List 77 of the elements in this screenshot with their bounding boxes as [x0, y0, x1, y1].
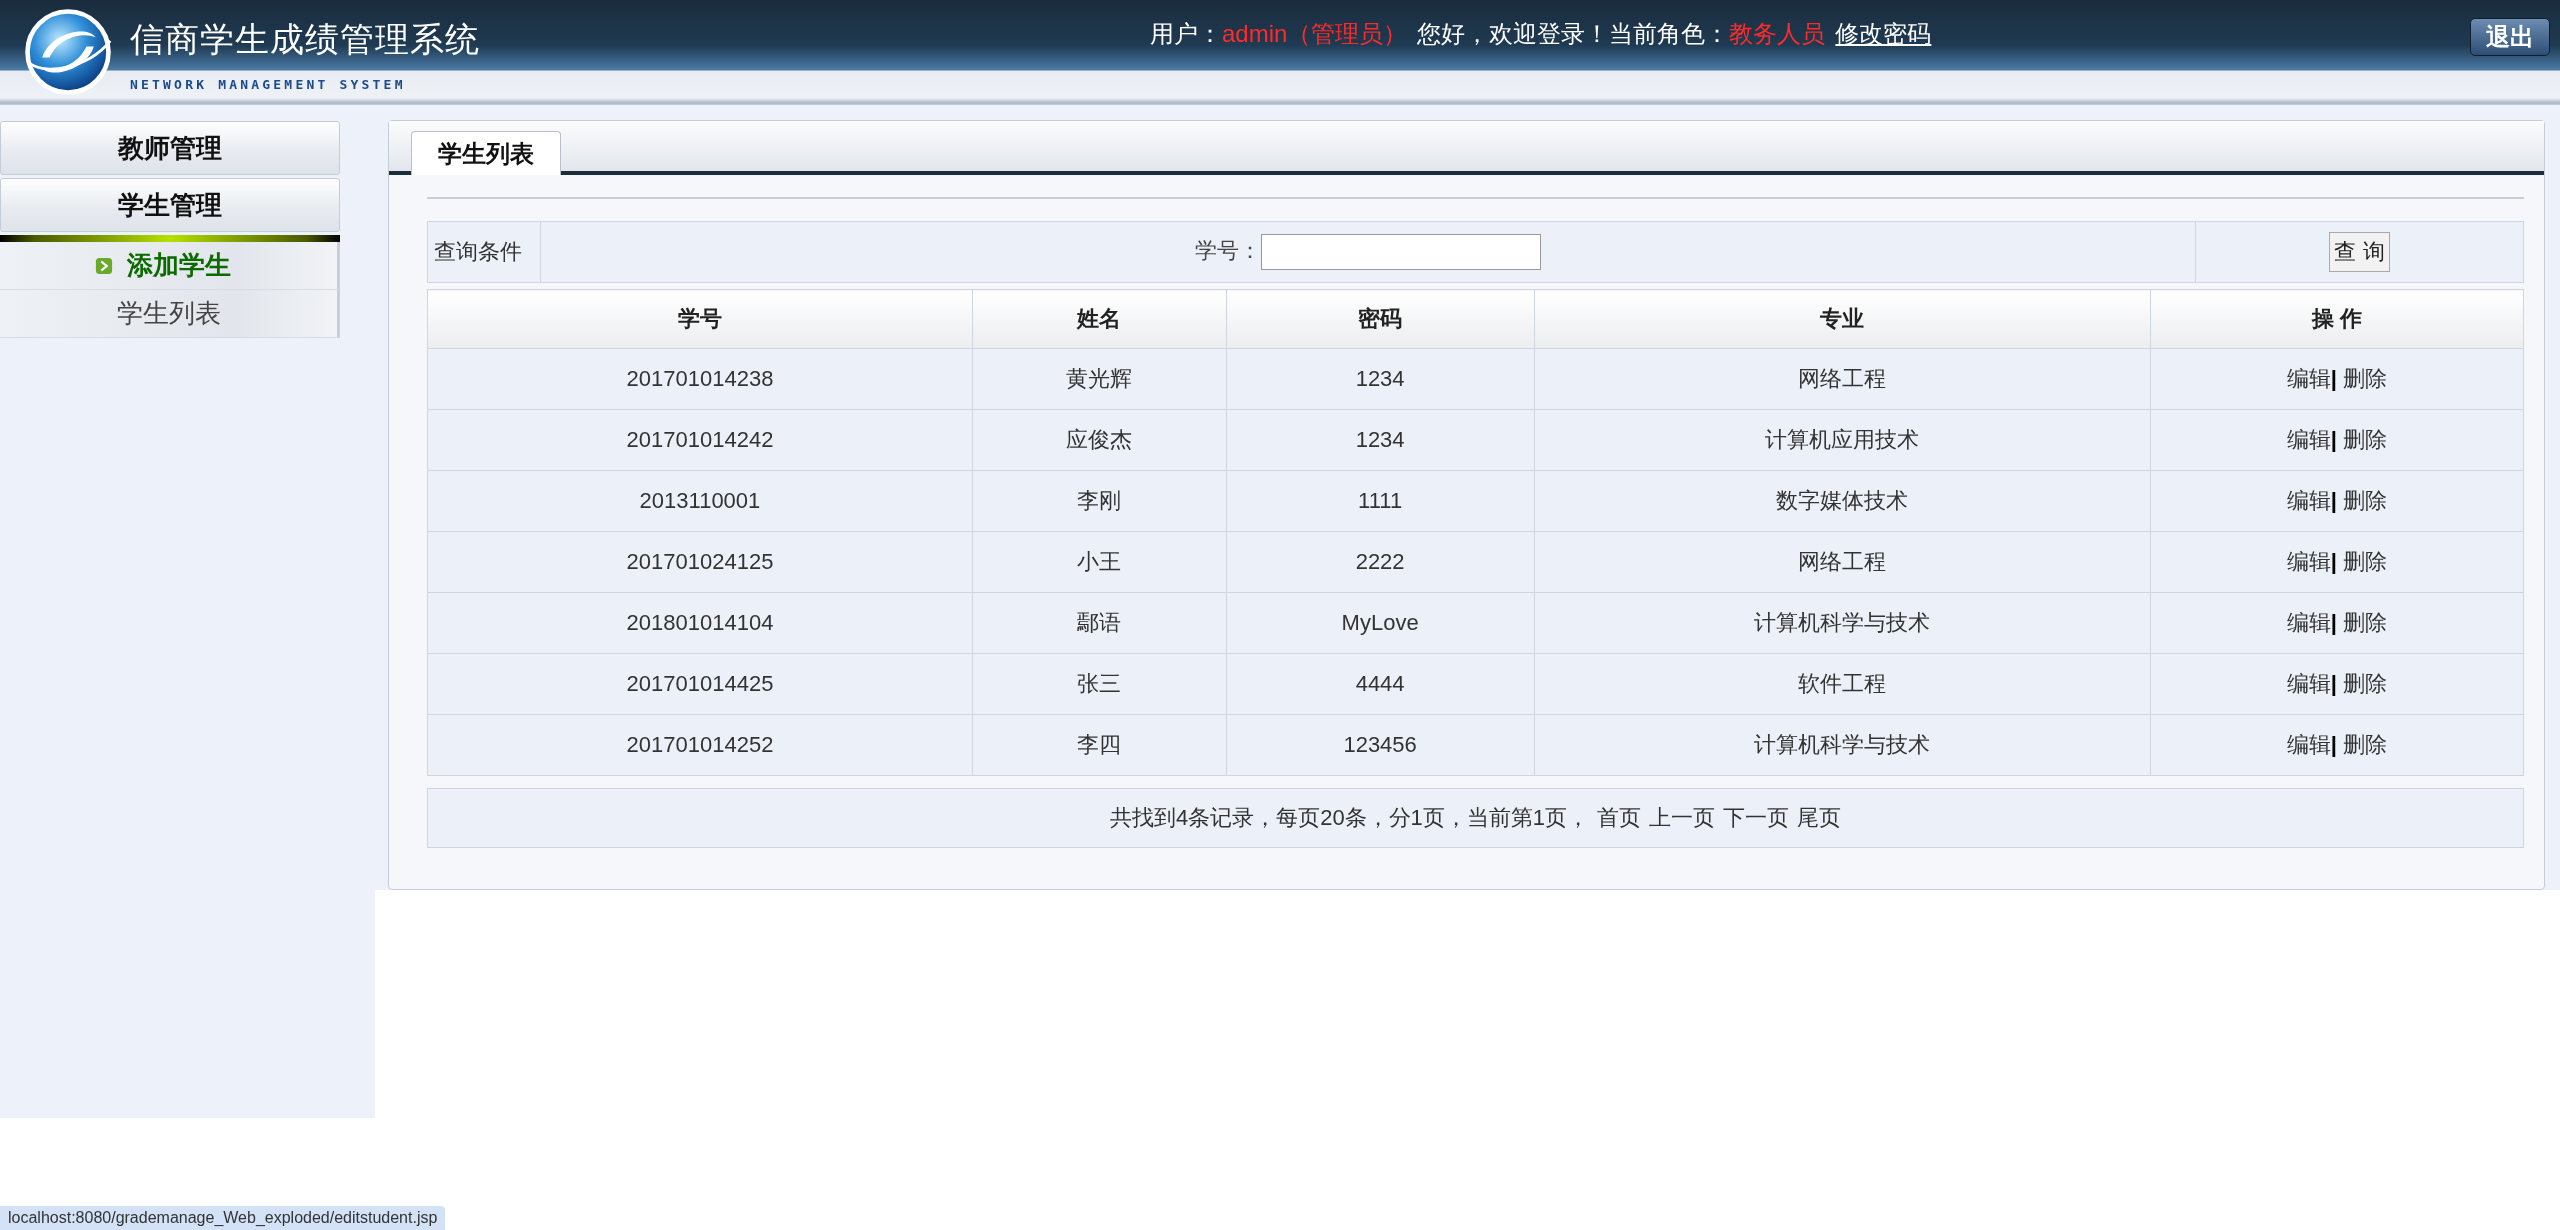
separator-text: | — [2330, 427, 2337, 452]
column-header: 学号 — [427, 289, 973, 349]
action-link[interactable]: 编辑 — [2286, 610, 2331, 635]
user-name: admin（管理员） — [1222, 19, 1408, 49]
table-cell: 1234 — [1226, 409, 1535, 471]
table-cell: 计算机科学与技术 — [1534, 592, 2151, 654]
table-cell: 201701024125 — [427, 531, 973, 593]
action-link[interactable]: 删除 — [2343, 427, 2387, 452]
table-cell: 1234 — [1226, 348, 1535, 410]
pager-link[interactable]: 首页 — [1597, 803, 1642, 833]
column-header: 操 作 — [2150, 289, 2524, 349]
action-link[interactable]: 编辑 — [2286, 732, 2331, 757]
action-link[interactable]: 编辑 — [2286, 671, 2331, 696]
table-cell: 201701014238 — [427, 348, 973, 410]
table-cell: 123456 — [1226, 714, 1535, 776]
action-link[interactable]: 删除 — [2343, 671, 2387, 696]
greeting-text: 您好，欢迎登录！当前角色： — [1417, 19, 1730, 49]
table-cell: 小王 — [972, 531, 1227, 593]
table-cell: 2013110001 — [427, 470, 973, 532]
table-cell: 鄢语 — [972, 592, 1227, 654]
student-id-input[interactable] — [1261, 234, 1541, 270]
table-cell: 应俊杰 — [972, 409, 1227, 471]
action-link[interactable]: 删除 — [2343, 610, 2387, 635]
action-link[interactable]: 编辑 — [2286, 488, 2331, 513]
table-cell: MyLove — [1226, 592, 1535, 654]
tab[interactable]: 学生列表 — [411, 131, 561, 175]
table-cell: 张三 — [972, 653, 1227, 715]
separator-text: | — [2330, 732, 2337, 757]
system-title: 信商学生成绩管理系统 — [130, 18, 480, 60]
table-cell: 数字媒体技术 — [1534, 470, 2151, 532]
table-cell: 201701014242 — [427, 409, 973, 471]
table-cell: 201701014425 — [427, 653, 973, 715]
action-link[interactable]: 编辑 — [2286, 366, 2331, 391]
action-link[interactable]: 删除 — [2343, 549, 2387, 574]
table-cell: 网络工程 — [1534, 348, 2151, 410]
separator-text: | — [2330, 610, 2337, 635]
action-link[interactable]: 编辑 — [2286, 427, 2331, 452]
separator-text: | — [2330, 488, 2337, 513]
table-cell: 4444 — [1226, 653, 1535, 715]
table-cell: 计算机应用技术 — [1534, 409, 2151, 471]
column-header: 密码 — [1226, 289, 1535, 349]
action-link[interactable]: 删除 — [2343, 488, 2387, 513]
table-cell: 李四 — [972, 714, 1227, 776]
logout-button[interactable]: 退出 — [2470, 18, 2550, 56]
table-cell: 201701014252 — [427, 714, 973, 776]
role-text: 教务人员 — [1729, 19, 1826, 49]
field-label: 学号： — [1195, 237, 1261, 263]
menu-group-header[interactable]: 教师管理 — [0, 121, 340, 175]
pager-link[interactable]: 下一页 — [1723, 803, 1790, 833]
system-subtitle: NETWORK MANAGEMENT SYSTEM — [130, 76, 407, 92]
menu-group-header[interactable]: 学生管理 — [0, 178, 340, 232]
status-url: localhost:8080/grademanage_Web_exploded/editstudent.jsp — [0, 1206, 446, 1230]
table-cell: 网络工程 — [1534, 531, 2151, 593]
table-cell: 2222 — [1226, 531, 1535, 593]
menu-item[interactable]: 添加学生 — [0, 242, 340, 290]
separator-text: | — [2330, 671, 2337, 696]
table-cell: 计算机科学与技术 — [1534, 714, 2151, 776]
menu-item[interactable]: 学生列表 — [0, 290, 340, 338]
change-password-link[interactable]: 修改密码 — [1835, 18, 1932, 50]
pager-link[interactable]: 上一页 — [1649, 803, 1716, 833]
action-link[interactable]: 编辑 — [2286, 549, 2331, 574]
pager-summary: 共找到4条记录，每页20条，分1页，当前第1页， — [1109, 804, 1590, 832]
column-header: 姓名 — [972, 289, 1227, 349]
action-link[interactable]: 删除 — [2343, 366, 2387, 391]
user-label: 用户： — [1150, 19, 1222, 49]
table-cell: 软件工程 — [1534, 653, 2151, 715]
pager-link[interactable]: 尾页 — [1797, 803, 1842, 833]
query-button[interactable]: 查 询 — [2329, 232, 2390, 272]
table-cell: 201801014104 — [427, 592, 973, 654]
query-label: 查询条件 — [427, 221, 541, 283]
table-cell: 李刚 — [972, 470, 1227, 532]
column-header: 专业 — [1534, 289, 2151, 349]
separator-text: | — [2330, 549, 2337, 574]
action-link[interactable]: 删除 — [2343, 732, 2387, 757]
table-cell: 1111 — [1226, 470, 1535, 532]
table-cell: 黄光辉 — [972, 348, 1227, 410]
separator-text: | — [2330, 366, 2337, 391]
